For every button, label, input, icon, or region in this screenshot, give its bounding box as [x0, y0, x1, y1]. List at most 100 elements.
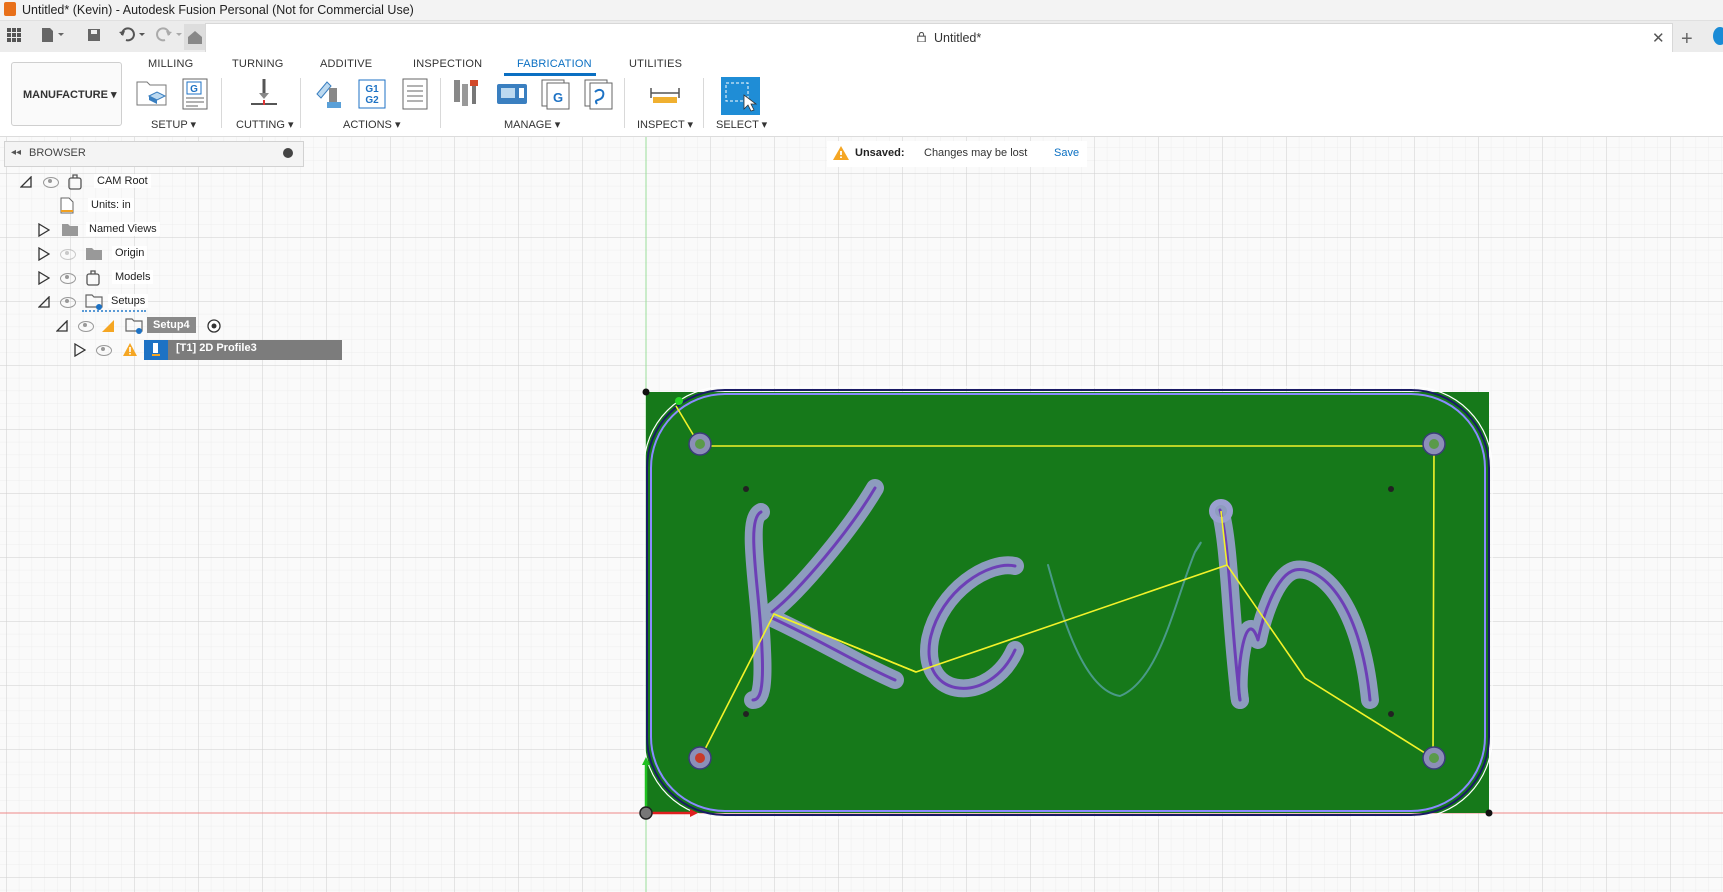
tab-fabrication[interactable]: FABRICATION [517, 58, 592, 70]
tab-milling[interactable]: MILLING [148, 58, 193, 70]
workspace-label: MANUFACTURE ▾ [23, 89, 117, 101]
selection-underline [82, 310, 146, 312]
setup-group-label[interactable]: SETUP ▾ [151, 118, 196, 131]
tree-node-2d-profile[interactable]: [T1] 2D Profile3 [72, 339, 342, 361]
measure-icon[interactable] [649, 78, 680, 108]
file-icon[interactable] [40, 27, 64, 45]
vertex-point [743, 711, 749, 717]
lock-icon [917, 32, 926, 42]
group-divider [221, 78, 222, 128]
close-icon[interactable]: ✕ [1652, 29, 1665, 47]
document-icon [60, 197, 74, 214]
browser-title: BROWSER [29, 147, 86, 159]
tree-label: Models [112, 270, 154, 284]
eye-hidden-icon[interactable] [60, 249, 76, 260]
tool-library-icon[interactable] [452, 78, 482, 108]
svg-text:G2: G2 [365, 95, 379, 106]
template-library-icon[interactable] [583, 78, 613, 110]
collapsed-triangle-icon[interactable] [38, 247, 50, 261]
fusion-app-icon [4, 2, 16, 16]
document-tab-name: Untitled* [934, 31, 982, 45]
home-button[interactable] [184, 24, 206, 50]
tab-utilities[interactable]: UTILITIES [629, 58, 682, 70]
cutting-icon[interactable] [247, 78, 277, 108]
tree-node-setup4[interactable]: Setup4 [54, 315, 234, 337]
tab-inspection[interactable]: INSPECTION [413, 58, 482, 70]
select-window-icon [725, 82, 758, 112]
collapsed-triangle-icon[interactable] [74, 343, 86, 357]
post-library-icon[interactable]: G [540, 78, 570, 110]
unsaved-message: Changes may be lost [924, 147, 1028, 159]
viewport-canvas[interactable] [0, 137, 1723, 892]
actions-group-label[interactable]: ACTIONS ▾ [343, 118, 400, 131]
tree-node-units[interactable]: Units: in [58, 195, 158, 217]
expanded-triangle-icon[interactable] [38, 296, 50, 308]
new-tab-icon[interactable]: + [1681, 28, 1693, 51]
setup-sheet-doc-icon[interactable] [401, 78, 431, 110]
origin-point[interactable] [639, 806, 653, 820]
collapsed-triangle-icon[interactable] [38, 271, 50, 285]
select-button[interactable] [721, 77, 760, 115]
apps-grid-icon[interactable] [5, 27, 23, 45]
tab-turning[interactable]: TURNING [232, 58, 284, 70]
warning-icon [102, 320, 114, 332]
post-process-icon[interactable]: G1 G2 [357, 78, 387, 109]
tree-node-cam-root[interactable]: CAM Root [18, 171, 158, 193]
help-icon[interactable] [1713, 27, 1723, 45]
tree-label: CAM Root [94, 174, 151, 188]
svg-text:G: G [553, 90, 563, 105]
inspect-group-label[interactable]: INSPECT ▾ [637, 118, 693, 131]
group-divider [703, 78, 704, 128]
tab-additive[interactable]: ADDITIVE [320, 58, 372, 70]
tree-label: Named Views [86, 222, 160, 236]
eye-icon[interactable] [96, 345, 112, 356]
undo-icon[interactable] [118, 27, 148, 45]
corner-point [1485, 809, 1493, 817]
tree-label: Setup4 [147, 317, 196, 333]
vertex-point [1388, 486, 1394, 492]
toolpath-start-marker [675, 397, 683, 405]
setup-folder-icon [125, 318, 143, 334]
corner-point [642, 388, 650, 396]
machine-library-icon[interactable] [495, 78, 527, 108]
save-icon[interactable] [85, 27, 103, 45]
setups-folder-icon [85, 294, 103, 310]
folder-icon [62, 224, 78, 236]
panel-options-icon[interactable] [283, 148, 293, 158]
document-tab[interactable]: Untitled* ✕ [205, 23, 1673, 53]
eye-icon[interactable] [60, 297, 76, 308]
svg-text:G: G [190, 84, 198, 95]
setup-sheet-icon[interactable]: G [181, 78, 211, 110]
eye-icon[interactable] [78, 321, 94, 332]
activate-target-icon[interactable] [206, 318, 222, 334]
group-divider [300, 78, 301, 128]
window-title: Untitled* (Kevin) - Autodesk Fusion Pers… [22, 3, 414, 17]
manage-group-label[interactable]: MANAGE ▾ [504, 118, 560, 131]
unsaved-label: Unsaved: [855, 147, 905, 159]
expanded-triangle-icon[interactable] [56, 320, 68, 332]
select-group-label[interactable]: SELECT ▾ [716, 118, 767, 131]
redo-icon[interactable] [155, 27, 185, 45]
setup-icon[interactable] [135, 78, 167, 108]
collapse-panel-icon[interactable]: ◂◂ [11, 147, 21, 158]
expanded-triangle-icon[interactable] [20, 176, 32, 188]
tree-node-named-views[interactable]: Named Views [36, 219, 166, 241]
cutting-group-label[interactable]: CUTTING ▾ [236, 118, 293, 131]
tree-node-setups[interactable]: Setups [36, 291, 166, 313]
svg-text:G1: G1 [365, 84, 379, 95]
unsaved-notice: Unsaved: Changes may be lost Save [827, 141, 1087, 167]
profile-operation-icon [144, 340, 168, 360]
tree-node-origin[interactable]: Origin [36, 243, 166, 265]
eye-icon[interactable] [43, 177, 59, 188]
component-icon [68, 174, 82, 190]
eye-icon[interactable] [60, 273, 76, 284]
warning-icon [123, 343, 137, 356]
vertex-point [1388, 711, 1394, 717]
save-link[interactable]: Save [1054, 147, 1079, 159]
collapsed-triangle-icon[interactable] [38, 223, 50, 237]
simulate-icon[interactable] [313, 78, 343, 108]
home-icon [188, 31, 202, 44]
browser-panel-header: ◂◂ BROWSER [4, 141, 304, 167]
tree-node-models[interactable]: Models [36, 267, 166, 289]
workspace-switcher[interactable]: MANUFACTURE ▾ [11, 62, 122, 126]
